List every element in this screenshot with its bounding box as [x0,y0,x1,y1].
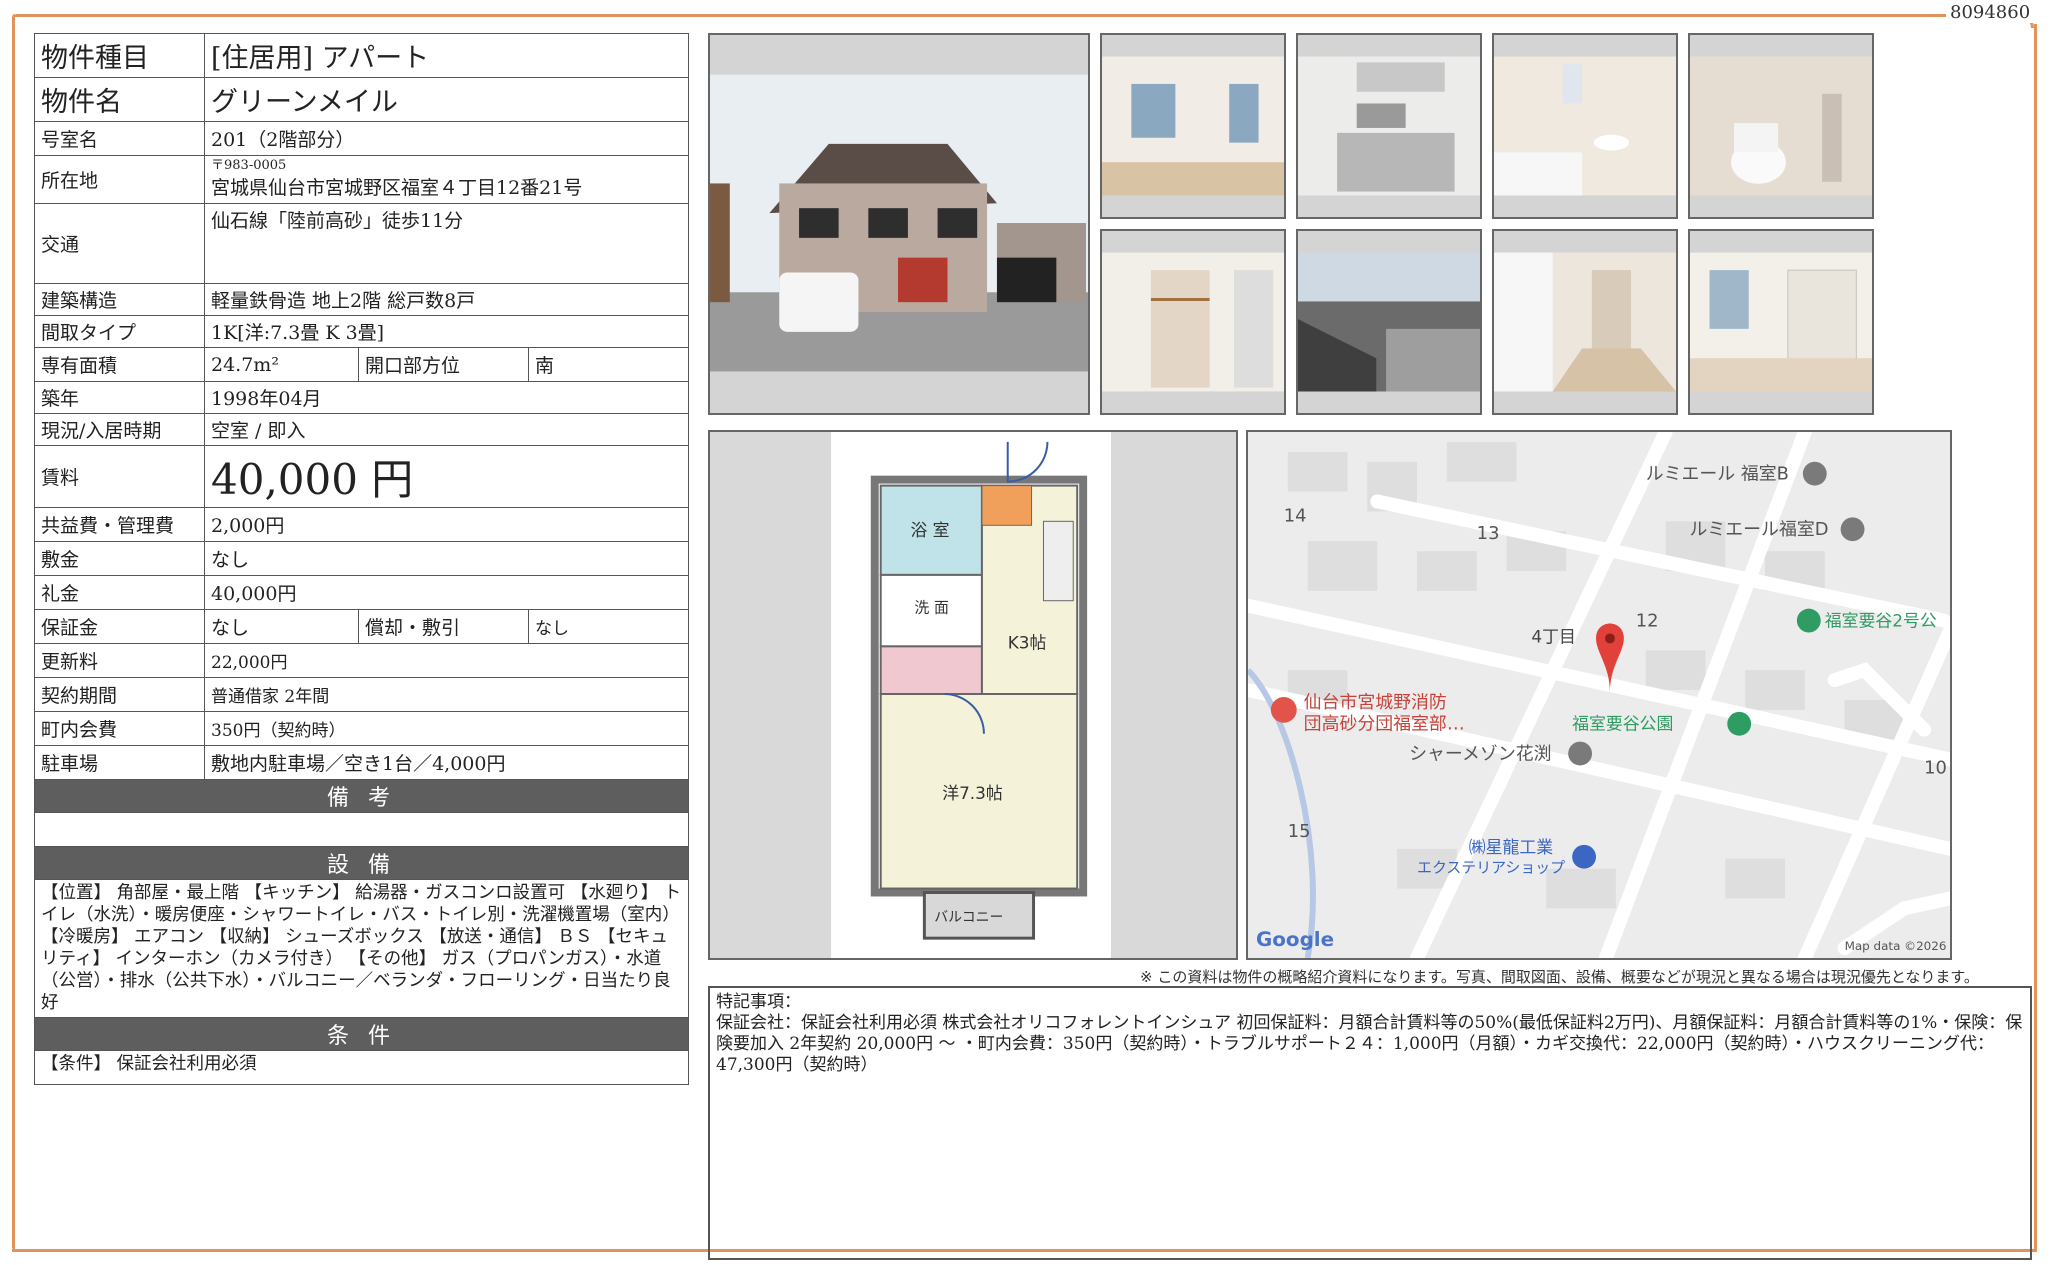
equipment-header: 設 備 [33,846,690,880]
map-num-14: 14 [1284,505,1307,526]
conditions-header: 条 件 [33,1017,690,1051]
notes-header: 備 考 [33,779,690,813]
bathroom-photo [1492,33,1678,219]
charme-label: シャーメゾン花渕 [1409,744,1551,765]
seiryu-label-2: エクステリアショップ [1417,859,1565,877]
conditions-value: 【条件】 保証会社利用必須 [33,1050,690,1085]
western-room-label: 洋7.3帖 [942,783,1003,803]
rent-value: 40,000 円 [203,445,690,508]
assoc-label: 町内会費 [34,711,205,746]
map-chome: 4丁目 [1531,626,1575,646]
exterior-photo [708,33,1090,415]
amort-value: なし [527,609,690,644]
remarks-body: 保証会社：保証会社利用必須 株式会社オリコフォレントインシュア 初回保証料：月額… [716,1013,2023,1075]
frame-right [2034,24,2037,1250]
deposit-label: 敷金 [34,541,205,576]
security-value: なし [204,609,359,644]
park2-label: 福室要谷2号公 [1825,611,1937,631]
name-value: グリーンメイル [203,77,690,122]
map-attribution: Map data ©2026 [1845,939,1947,953]
map-num-12: 12 [1636,611,1659,632]
fire-station-label-2: 団高砂分団福室部… [1304,714,1465,735]
contract-value: 普通借家 2年間 [203,677,690,712]
park-label: 福室要谷公園 [1572,714,1673,734]
room-value: 201（2階部分） [203,121,690,156]
amort-label: 償却・敷引 [358,609,529,644]
map-num-15: 15 [1288,821,1311,842]
lumiere-b-label: ルミエール 福室B [1646,464,1789,485]
kitchen-label: K3帖 [1008,632,1047,652]
balcony-photo [1296,229,1482,415]
park2-pin-icon[interactable] [1796,608,1821,633]
bath-label: 浴 室 [910,520,949,540]
balcony-label: バルコニー [934,909,1003,925]
park-pin-icon[interactable] [1727,711,1752,736]
contract-label: 契約期間 [34,677,205,712]
fee-label: 共益費・管理費 [34,507,205,542]
frame-left [12,14,15,1250]
layout-value: 1K[洋:7.3畳 K 3畳] [203,315,690,348]
status-label: 現況/入居時期 [34,413,205,446]
structure-value: 軽量鉄骨造 地上2階 総戸数8戸 [203,283,690,316]
wash-label: 洗 面 [914,599,949,617]
lumiere-d-pin-icon[interactable] [1840,517,1865,542]
lumiere-d-label: ルミエール福室D [1689,519,1828,540]
location-map[interactable]: 14 13 12 15 10 4丁目 ルミエール 福室B ルミエール福室D 福室… [1246,430,1952,960]
built-value: 1998年04月 [203,381,690,414]
charme-pin-icon[interactable] [1568,741,1593,766]
room-photo-1 [1100,33,1286,219]
assoc-value: 350円（契約時） [203,711,690,746]
remarks-title: 特記事項： [716,992,801,1012]
disclaimer-notice: ※ この資料は物件の概略紹介資料になります。写真、間取図面、設備、概要などが現況… [1140,968,1979,986]
rent-label: 賃料 [34,445,205,508]
property-spec-table: 物件種目 [住居用] アパート 物件名 グリーンメイル 号室名 201（2階部分） 所… [33,33,690,1085]
zip-code: 〒983-0005 [211,158,287,173]
lumiere-b-pin-icon[interactable] [1802,461,1827,486]
map-num-13: 13 [1477,523,1500,544]
name-label: 物件名 [34,77,205,122]
layout-label: 間取タイプ [34,315,205,348]
toilet-photo [1688,33,1874,219]
kitchen-photo [1296,33,1482,219]
equipment-value: 【位置】 角部屋・最上階 【キッチン】 給湯器・ガスコンロ設置可 【水廻り】 ト… [33,879,690,1018]
document-id: 8094860 [1946,2,2035,23]
transport-label: 交通 [34,203,205,284]
floor-plan: 浴 室 洗 面 K3帖 洋7.3帖 バルコニー [708,430,1238,960]
room-label: 号室名 [34,121,205,156]
fire-station-pin-icon[interactable] [1270,696,1297,723]
type-value: [住居用] アパート [203,33,690,78]
deposit-value: なし [203,541,690,576]
type-label: 物件種目 [34,33,205,78]
status-value: 空室 / 即入 [203,413,690,446]
map-num-10: 10 [1924,757,1947,778]
hallway-photo [1492,229,1678,415]
location-value: 〒983-0005 宮城県仙台市宮城野区福室４丁目12番21号 [203,155,690,204]
parking-value: 敷地内駐車場／空き1台／4,000円 [203,745,690,780]
notes-value [33,812,690,847]
area-value: 24.7m² [204,347,359,382]
closet-photo [1100,229,1286,415]
security-label: 保証金 [34,609,205,644]
seiryu-label-1: ㈱星龍工業 [1469,837,1554,857]
location-label: 所在地 [34,155,205,204]
built-label: 築年 [34,381,205,414]
opening-label: 開口部方位 [358,347,529,382]
key-money-label: 礼金 [34,575,205,610]
shop-pin-icon[interactable] [1572,844,1597,869]
opening-value: 南 [527,347,690,382]
fire-station-label-1: 仙台市宮城野消防 [1304,692,1447,713]
fee-value: 2,000円 [203,507,690,542]
parking-label: 駐車場 [34,745,205,780]
area-label: 専有面積 [34,347,205,382]
structure-label: 建築構造 [34,283,205,316]
key-money-value: 40,000円 [203,575,690,610]
special-remarks: 特記事項： 保証会社：保証会社利用必須 株式会社オリコフォレントインシュア 初回… [708,986,2032,1260]
renewal-value: 22,000円 [203,643,690,678]
renewal-label: 更新料 [34,643,205,678]
transport-value: 仙石線「陸前高砂」徒歩11分 [203,203,690,284]
frame-top [14,14,1904,17]
address: 宮城県仙台市宮城野区福室４丁目12番21号 [211,177,583,199]
room-photo-2 [1688,229,1874,415]
google-logo: Google [1256,928,1334,951]
